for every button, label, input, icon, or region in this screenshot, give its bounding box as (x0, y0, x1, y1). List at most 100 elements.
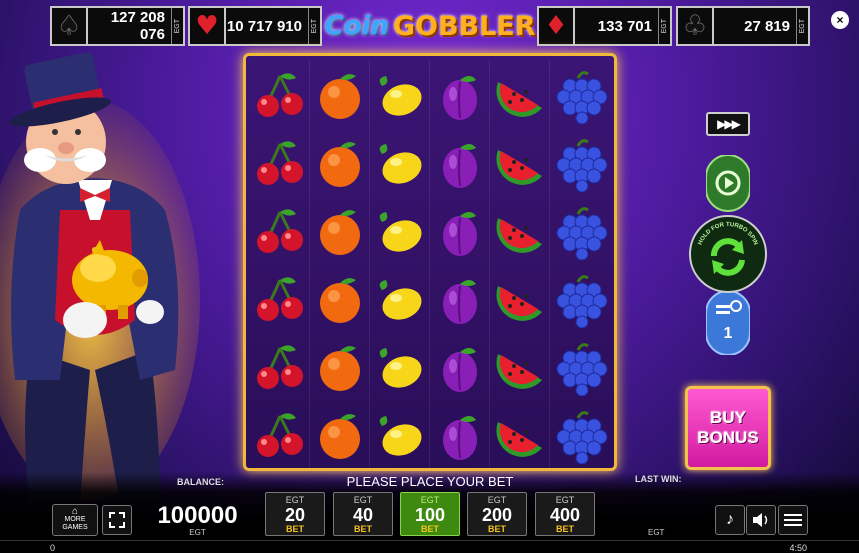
autoplay-button[interactable]: ▶▶▶ (706, 112, 750, 136)
watermelon-icon (496, 218, 542, 253)
lemon-icon (379, 76, 422, 116)
grapes-icon (556, 411, 608, 464)
lemon-icon (379, 212, 422, 252)
bet-amount: 200 (481, 504, 513, 525)
reel-column (370, 60, 430, 468)
balance-currency: EGT (189, 528, 206, 537)
orange-icon (320, 346, 360, 391)
bet-button-400[interactable]: EGT 400 BET (535, 492, 595, 536)
footer-counter: 0 (50, 543, 56, 553)
reels-grid (243, 53, 617, 471)
watermelon-icon (496, 82, 542, 117)
jackpot-brand: EGT (658, 8, 670, 44)
orange-icon (320, 74, 360, 119)
autoplay-settings-button[interactable] (706, 290, 750, 355)
grapes-icon (556, 139, 608, 192)
cherry-icon (257, 345, 303, 389)
buy-bonus-label: BUY BONUS (697, 408, 759, 447)
jackpot-brand: EGT (171, 8, 183, 44)
bet-amount: 400 (549, 504, 581, 525)
reel-column (430, 60, 490, 468)
bet-caption: BET (556, 524, 574, 534)
bet-button-200[interactable]: EGT 200 BET (467, 492, 527, 536)
bet-caption: BET (354, 524, 372, 534)
orange-icon (320, 142, 360, 187)
cherry-icon (257, 277, 303, 321)
music-button[interactable]: ♪ (715, 505, 745, 535)
bet-button-20[interactable]: EGT 20 BET (265, 492, 325, 536)
logo-coin: Coin (324, 11, 389, 41)
jackpot-club: ♣ 27 819 EGT (676, 6, 810, 46)
spin-button[interactable]: HOLD FOR TURBO SPIN (688, 214, 768, 294)
bet-amount: 20 (284, 504, 306, 525)
bet-brand: EGT (420, 495, 440, 505)
lemon-icon (379, 416, 422, 456)
bet-brand: EGT (285, 495, 305, 505)
jackpot-value: 27 819 (744, 17, 790, 35)
jackpot-brand: EGT (796, 8, 808, 44)
more-games-label: MORE GAMES (62, 516, 88, 531)
bet-caption: BET (421, 524, 439, 534)
status-message: PLEASE PLACE YOUR BET (346, 474, 514, 489)
buy-bonus-button[interactable]: BUY BONUS (685, 386, 771, 470)
grapes-icon (556, 207, 608, 260)
plum-icon (443, 416, 477, 460)
logo-gobbler: GOBBLER (392, 10, 536, 42)
menu-button[interactable] (778, 505, 808, 535)
grapes-icon (556, 343, 608, 396)
lemon-icon (379, 348, 422, 388)
last-win-label: LAST WIN: (635, 474, 682, 484)
heart-icon: ♥ (190, 8, 226, 44)
bet-amount: 40 (352, 504, 374, 525)
game-stage: ♠ 127 208 076 EGT ♥ 10 717 910 EGT ♦ 133… (0, 0, 859, 553)
jackpot-diamond: ♦ 133 701 EGT (537, 6, 672, 46)
close-button[interactable]: × (831, 11, 849, 29)
reel-column (250, 60, 310, 468)
cherry-icon (257, 73, 303, 117)
lemon-icon (379, 280, 422, 320)
clock: 4:50 (789, 543, 807, 553)
balance-value: 100000 (157, 502, 238, 529)
plum-icon (443, 212, 477, 256)
bet-button-100[interactable]: EGT 100 BET (400, 492, 460, 536)
bet-brand: EGT (487, 495, 507, 505)
plum-icon (443, 76, 477, 120)
orange-icon (320, 278, 360, 323)
speaker-icon (753, 513, 768, 527)
fullscreen-button[interactable] (102, 505, 132, 535)
bet-caption: BET (286, 524, 304, 534)
music-note-icon: ♪ (726, 511, 734, 528)
footer-divider (0, 540, 859, 541)
plum-icon (443, 144, 477, 188)
reel-column (490, 60, 550, 468)
jackpot-heart: ♥ 10 717 910 EGT (188, 6, 322, 46)
diamond-icon: ♦ (539, 8, 575, 44)
jackpot-value: 133 701 (597, 17, 652, 35)
reel-column (310, 60, 370, 468)
mascot-character (0, 52, 200, 505)
bet-button-40[interactable]: EGT 40 BET (333, 492, 393, 536)
jackpot-brand: EGT (308, 8, 320, 44)
orange-icon (320, 414, 360, 459)
bet-brand: EGT (555, 495, 575, 505)
hamburger-icon (784, 514, 802, 526)
more-games-button[interactable]: ⌂ MORE GAMES (52, 504, 98, 536)
watermelon-icon (496, 150, 542, 185)
grapes-icon (556, 71, 608, 124)
orange-icon (320, 210, 360, 255)
game-logo: Coin GOBBLER (324, 4, 536, 48)
jackpot-value: 10 717 910 (226, 17, 302, 35)
auto-count: 1 (724, 325, 733, 342)
cherry-icon (257, 209, 303, 253)
plum-icon (443, 348, 477, 392)
home-icon: ⌂ (71, 506, 79, 517)
jackpot-spade: ♠ 127 208 076 EGT (50, 6, 185, 46)
fullscreen-icon (109, 512, 125, 528)
cherry-icon (257, 413, 303, 457)
last-win-currency: EGT (648, 528, 665, 537)
bet-caption: BET (488, 524, 506, 534)
jackpot-value: 127 208 076 (110, 9, 165, 43)
reel-column (550, 60, 610, 468)
sound-button[interactable] (746, 505, 776, 535)
lemon-icon (379, 144, 422, 184)
